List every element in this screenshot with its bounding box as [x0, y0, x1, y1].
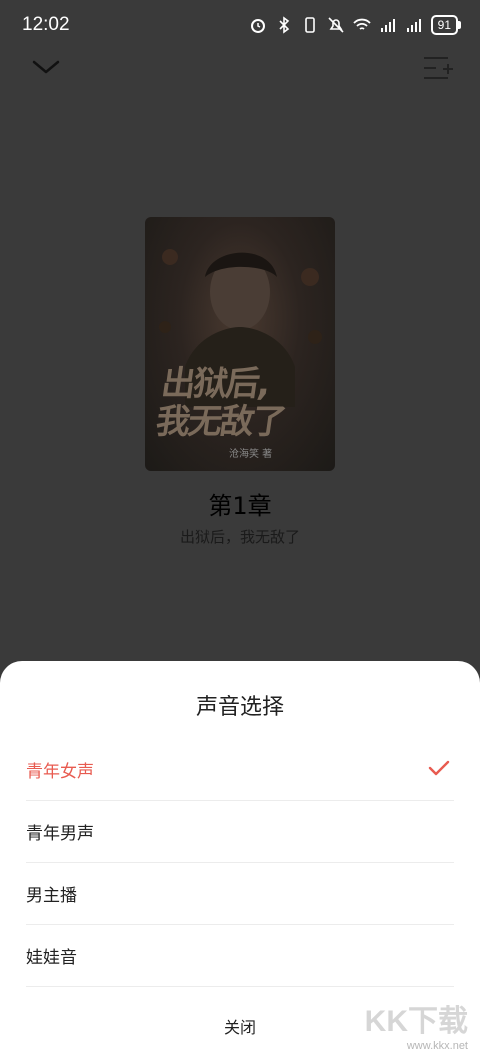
voice-option-young-male[interactable]: 青年男声 [26, 801, 454, 863]
chevron-down-icon[interactable] [28, 54, 64, 82]
voice-option-label: 男主播 [26, 886, 77, 906]
watermark-logo: KK下载 [364, 1005, 468, 1038]
voice-option-young-female[interactable]: 青年女声 [26, 739, 454, 801]
bluetooth-icon [279, 16, 289, 34]
voice-option-male-host[interactable]: 男主播 [26, 863, 454, 925]
voice-option-label: 娃娃音 [26, 948, 77, 968]
voice-option-baby-voice[interactable]: 娃娃音 [26, 925, 454, 987]
voice-option-label: 青年男声 [26, 824, 94, 844]
check-icon [428, 760, 450, 776]
voice-list: 青年女声 青年男声 男主播 娃娃音 [26, 739, 454, 987]
status-time: 12:02 [22, 14, 70, 35]
cover-author: 沧海笑 著 [229, 449, 273, 460]
book-cover: 出狱后, 我无敌了 沧海笑 著 [145, 217, 335, 471]
chapter-title: 第1章 [208, 492, 272, 520]
alarm-icon [250, 19, 265, 33]
watermark: KK下载 www.kkx.net [365, 996, 468, 1052]
battery-indicator: 91 [430, 15, 462, 35]
status-bar: 12:02 91 [0, 0, 480, 50]
cover-title-line2: 我无敌了 [153, 402, 288, 442]
voice-option-label: 青年女声 [26, 762, 94, 782]
status-icons: 91 [249, 15, 462, 35]
playlist-add-icon[interactable] [420, 52, 454, 86]
mute-icon [328, 17, 344, 33]
wifi-icon [352, 18, 371, 30]
top-nav [0, 50, 480, 90]
book-name: 出狱后，我无敌了 [179, 528, 300, 546]
signal-4g-2-icon [406, 19, 421, 32]
sheet-title: 声音选择 [195, 695, 284, 720]
signal-4g-1-icon [380, 19, 395, 32]
vibrate-icon [304, 17, 315, 33]
watermark-url: www.kkx.net [406, 1040, 468, 1052]
cover-title-line1: 出狱后, [158, 364, 272, 404]
cover-title: 出狱后, 我无敌了 [153, 364, 293, 442]
